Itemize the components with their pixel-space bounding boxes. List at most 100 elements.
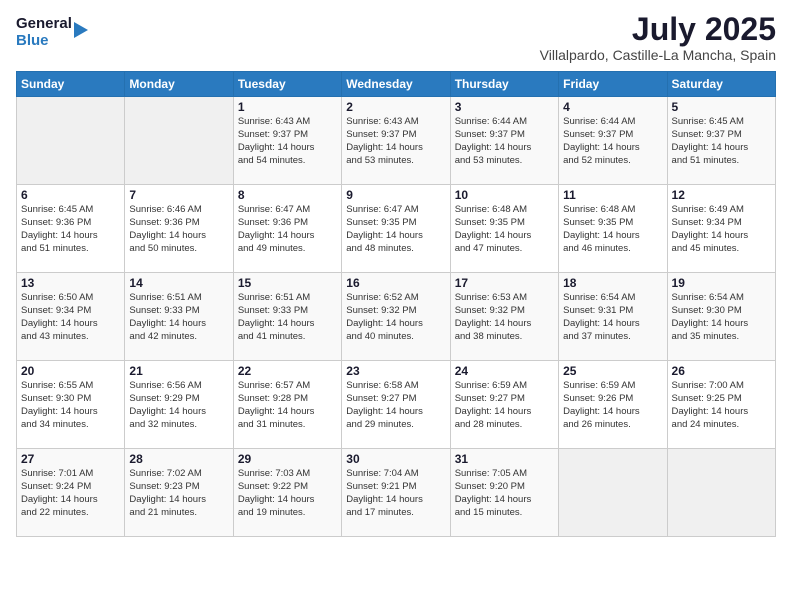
week-row-4: 27 Sunrise: 7:01 AM Sunset: 9:24 PM Dayli… (17, 449, 776, 537)
day-number: 29 (238, 452, 337, 466)
day-info: Sunrise: 6:54 AM Sunset: 9:31 PM Dayligh… (563, 292, 662, 343)
day-number: 25 (563, 364, 662, 378)
calendar-cell (17, 97, 125, 185)
day-number: 5 (672, 100, 771, 114)
day-info: Sunrise: 6:56 AM Sunset: 9:29 PM Dayligh… (129, 380, 228, 431)
day-number: 28 (129, 452, 228, 466)
col-sunday: Sunday (17, 72, 125, 97)
day-number: 4 (563, 100, 662, 114)
col-monday: Monday (125, 72, 233, 97)
calendar-cell: 26 Sunrise: 7:00 AM Sunset: 9:25 PM Dayli… (667, 361, 775, 449)
location: Villalpardo, Castille-La Mancha, Spain (540, 47, 776, 63)
calendar-cell: 17 Sunrise: 6:53 AM Sunset: 9:32 PM Dayli… (450, 273, 558, 361)
day-info: Sunrise: 7:04 AM Sunset: 9:21 PM Dayligh… (346, 468, 445, 519)
calendar-cell: 21Sunrise: 6:56 AM Sunset: 9:29 PM Dayli… (125, 361, 233, 449)
day-info: Sunrise: 6:47 AM Sunset: 9:36 PM Dayligh… (238, 204, 337, 255)
day-info: Sunrise: 6:44 AM Sunset: 9:37 PM Dayligh… (563, 116, 662, 167)
calendar-cell: 25 Sunrise: 6:59 AM Sunset: 9:26 PM Dayli… (559, 361, 667, 449)
logo-general: General (16, 16, 72, 33)
calendar-table: Sunday Monday Tuesday Wednesday Thursday… (16, 71, 776, 537)
day-info: Sunrise: 7:02 AM Sunset: 9:23 PM Dayligh… (129, 468, 228, 519)
calendar-cell: 7 Sunrise: 6:46 AM Sunset: 9:36 PM Daylig… (125, 185, 233, 273)
calendar-cell: 12 Sunrise: 6:49 AM Sunset: 9:34 PM Dayli… (667, 185, 775, 273)
calendar-cell: 14 Sunrise: 6:51 AM Sunset: 9:33 PM Dayli… (125, 273, 233, 361)
day-number: 3 (455, 100, 554, 114)
calendar-cell (667, 449, 775, 537)
day-number: 7 (129, 188, 228, 202)
calendar-cell: 13Sunrise: 6:50 AM Sunset: 9:34 PM Dayli… (17, 273, 125, 361)
day-info: Sunrise: 6:45 AM Sunset: 9:36 PM Dayligh… (21, 204, 120, 255)
day-number: 6 (21, 188, 120, 202)
week-row-3: 20Sunrise: 6:55 AM Sunset: 9:30 PM Dayli… (17, 361, 776, 449)
day-info: Sunrise: 6:59 AM Sunset: 9:26 PM Dayligh… (563, 380, 662, 431)
calendar-cell (125, 97, 233, 185)
calendar-cell: 5 Sunrise: 6:45 AM Sunset: 9:37 PM Daylig… (667, 97, 775, 185)
calendar-cell: 4 Sunrise: 6:44 AM Sunset: 9:37 PM Daylig… (559, 97, 667, 185)
day-info: Sunrise: 6:51 AM Sunset: 9:33 PM Dayligh… (238, 292, 337, 343)
calendar-cell: 28 Sunrise: 7:02 AM Sunset: 9:23 PM Dayli… (125, 449, 233, 537)
day-number: 24 (455, 364, 554, 378)
calendar-cell: 1 Sunrise: 6:43 AM Sunset: 9:37 PM Daylig… (233, 97, 341, 185)
calendar-cell: 27 Sunrise: 7:01 AM Sunset: 9:24 PM Dayli… (17, 449, 125, 537)
page: General Blue July 2025 Villalpardo, Cast… (0, 0, 792, 612)
day-info: Sunrise: 6:43 AM Sunset: 9:37 PM Dayligh… (238, 116, 337, 167)
day-info: Sunrise: 7:05 AM Sunset: 9:20 PM Dayligh… (455, 468, 554, 519)
calendar-cell: 6 Sunrise: 6:45 AM Sunset: 9:36 PM Daylig… (17, 185, 125, 273)
day-info: Sunrise: 6:49 AM Sunset: 9:34 PM Dayligh… (672, 204, 771, 255)
calendar-cell: 20Sunrise: 6:55 AM Sunset: 9:30 PM Dayli… (17, 361, 125, 449)
day-number: 19 (672, 276, 771, 290)
col-wednesday: Wednesday (342, 72, 450, 97)
col-thursday: Thursday (450, 72, 558, 97)
calendar-cell: 15 Sunrise: 6:51 AM Sunset: 9:33 PM Dayli… (233, 273, 341, 361)
calendar-cell: 24 Sunrise: 6:59 AM Sunset: 9:27 PM Dayli… (450, 361, 558, 449)
day-info: Sunrise: 6:52 AM Sunset: 9:32 PM Dayligh… (346, 292, 445, 343)
day-info: Sunrise: 7:00 AM Sunset: 9:25 PM Dayligh… (672, 380, 771, 431)
calendar-cell (559, 449, 667, 537)
calendar-cell: 10Sunrise: 6:48 AM Sunset: 9:35 PM Dayli… (450, 185, 558, 273)
day-info: Sunrise: 7:01 AM Sunset: 9:24 PM Dayligh… (21, 468, 120, 519)
col-friday: Friday (559, 72, 667, 97)
day-info: Sunrise: 6:54 AM Sunset: 9:30 PM Dayligh… (672, 292, 771, 343)
calendar-cell: 3 Sunrise: 6:44 AM Sunset: 9:37 PM Daylig… (450, 97, 558, 185)
day-number: 9 (346, 188, 445, 202)
calendar-cell: 2Sunrise: 6:43 AM Sunset: 9:37 PM Daylig… (342, 97, 450, 185)
logo: General Blue (16, 16, 88, 49)
day-number: 12 (672, 188, 771, 202)
logo-blue: Blue (16, 33, 72, 50)
day-number: 2 (346, 100, 445, 114)
calendar-cell: 9 Sunrise: 6:47 AM Sunset: 9:35 PM Daylig… (342, 185, 450, 273)
day-info: Sunrise: 6:44 AM Sunset: 9:37 PM Dayligh… (455, 116, 554, 167)
day-info: Sunrise: 6:46 AM Sunset: 9:36 PM Dayligh… (129, 204, 228, 255)
day-number: 26 (672, 364, 771, 378)
day-number: 15 (238, 276, 337, 290)
calendar-cell: 8 Sunrise: 6:47 AM Sunset: 9:36 PM Daylig… (233, 185, 341, 273)
day-number: 11 (563, 188, 662, 202)
day-info: Sunrise: 6:47 AM Sunset: 9:35 PM Dayligh… (346, 204, 445, 255)
day-number: 14 (129, 276, 228, 290)
week-row-1: 6 Sunrise: 6:45 AM Sunset: 9:36 PM Daylig… (17, 185, 776, 273)
day-info: Sunrise: 6:58 AM Sunset: 9:27 PM Dayligh… (346, 380, 445, 431)
day-info: Sunrise: 6:48 AM Sunset: 9:35 PM Dayligh… (563, 204, 662, 255)
col-saturday: Saturday (667, 72, 775, 97)
col-tuesday: Tuesday (233, 72, 341, 97)
logo-icon (74, 22, 88, 42)
day-info: Sunrise: 6:59 AM Sunset: 9:27 PM Dayligh… (455, 380, 554, 431)
day-number: 27 (21, 452, 120, 466)
day-info: Sunrise: 6:45 AM Sunset: 9:37 PM Dayligh… (672, 116, 771, 167)
day-number: 8 (238, 188, 337, 202)
week-row-0: 1 Sunrise: 6:43 AM Sunset: 9:37 PM Daylig… (17, 97, 776, 185)
header-row: Sunday Monday Tuesday Wednesday Thursday… (17, 72, 776, 97)
day-info: Sunrise: 6:48 AM Sunset: 9:35 PM Dayligh… (455, 204, 554, 255)
day-number: 20 (21, 364, 120, 378)
calendar-cell: 30 Sunrise: 7:04 AM Sunset: 9:21 PM Dayli… (342, 449, 450, 537)
calendar-cell: 19 Sunrise: 6:54 AM Sunset: 9:30 PM Dayli… (667, 273, 775, 361)
calendar-cell: 16Sunrise: 6:52 AM Sunset: 9:32 PM Dayli… (342, 273, 450, 361)
month-title: July 2025 (540, 12, 776, 47)
day-info: Sunrise: 6:51 AM Sunset: 9:33 PM Dayligh… (129, 292, 228, 343)
day-info: Sunrise: 7:03 AM Sunset: 9:22 PM Dayligh… (238, 468, 337, 519)
header: General Blue July 2025 Villalpardo, Cast… (16, 12, 776, 63)
day-number: 17 (455, 276, 554, 290)
day-number: 30 (346, 452, 445, 466)
day-info: Sunrise: 6:53 AM Sunset: 9:32 PM Dayligh… (455, 292, 554, 343)
day-number: 1 (238, 100, 337, 114)
